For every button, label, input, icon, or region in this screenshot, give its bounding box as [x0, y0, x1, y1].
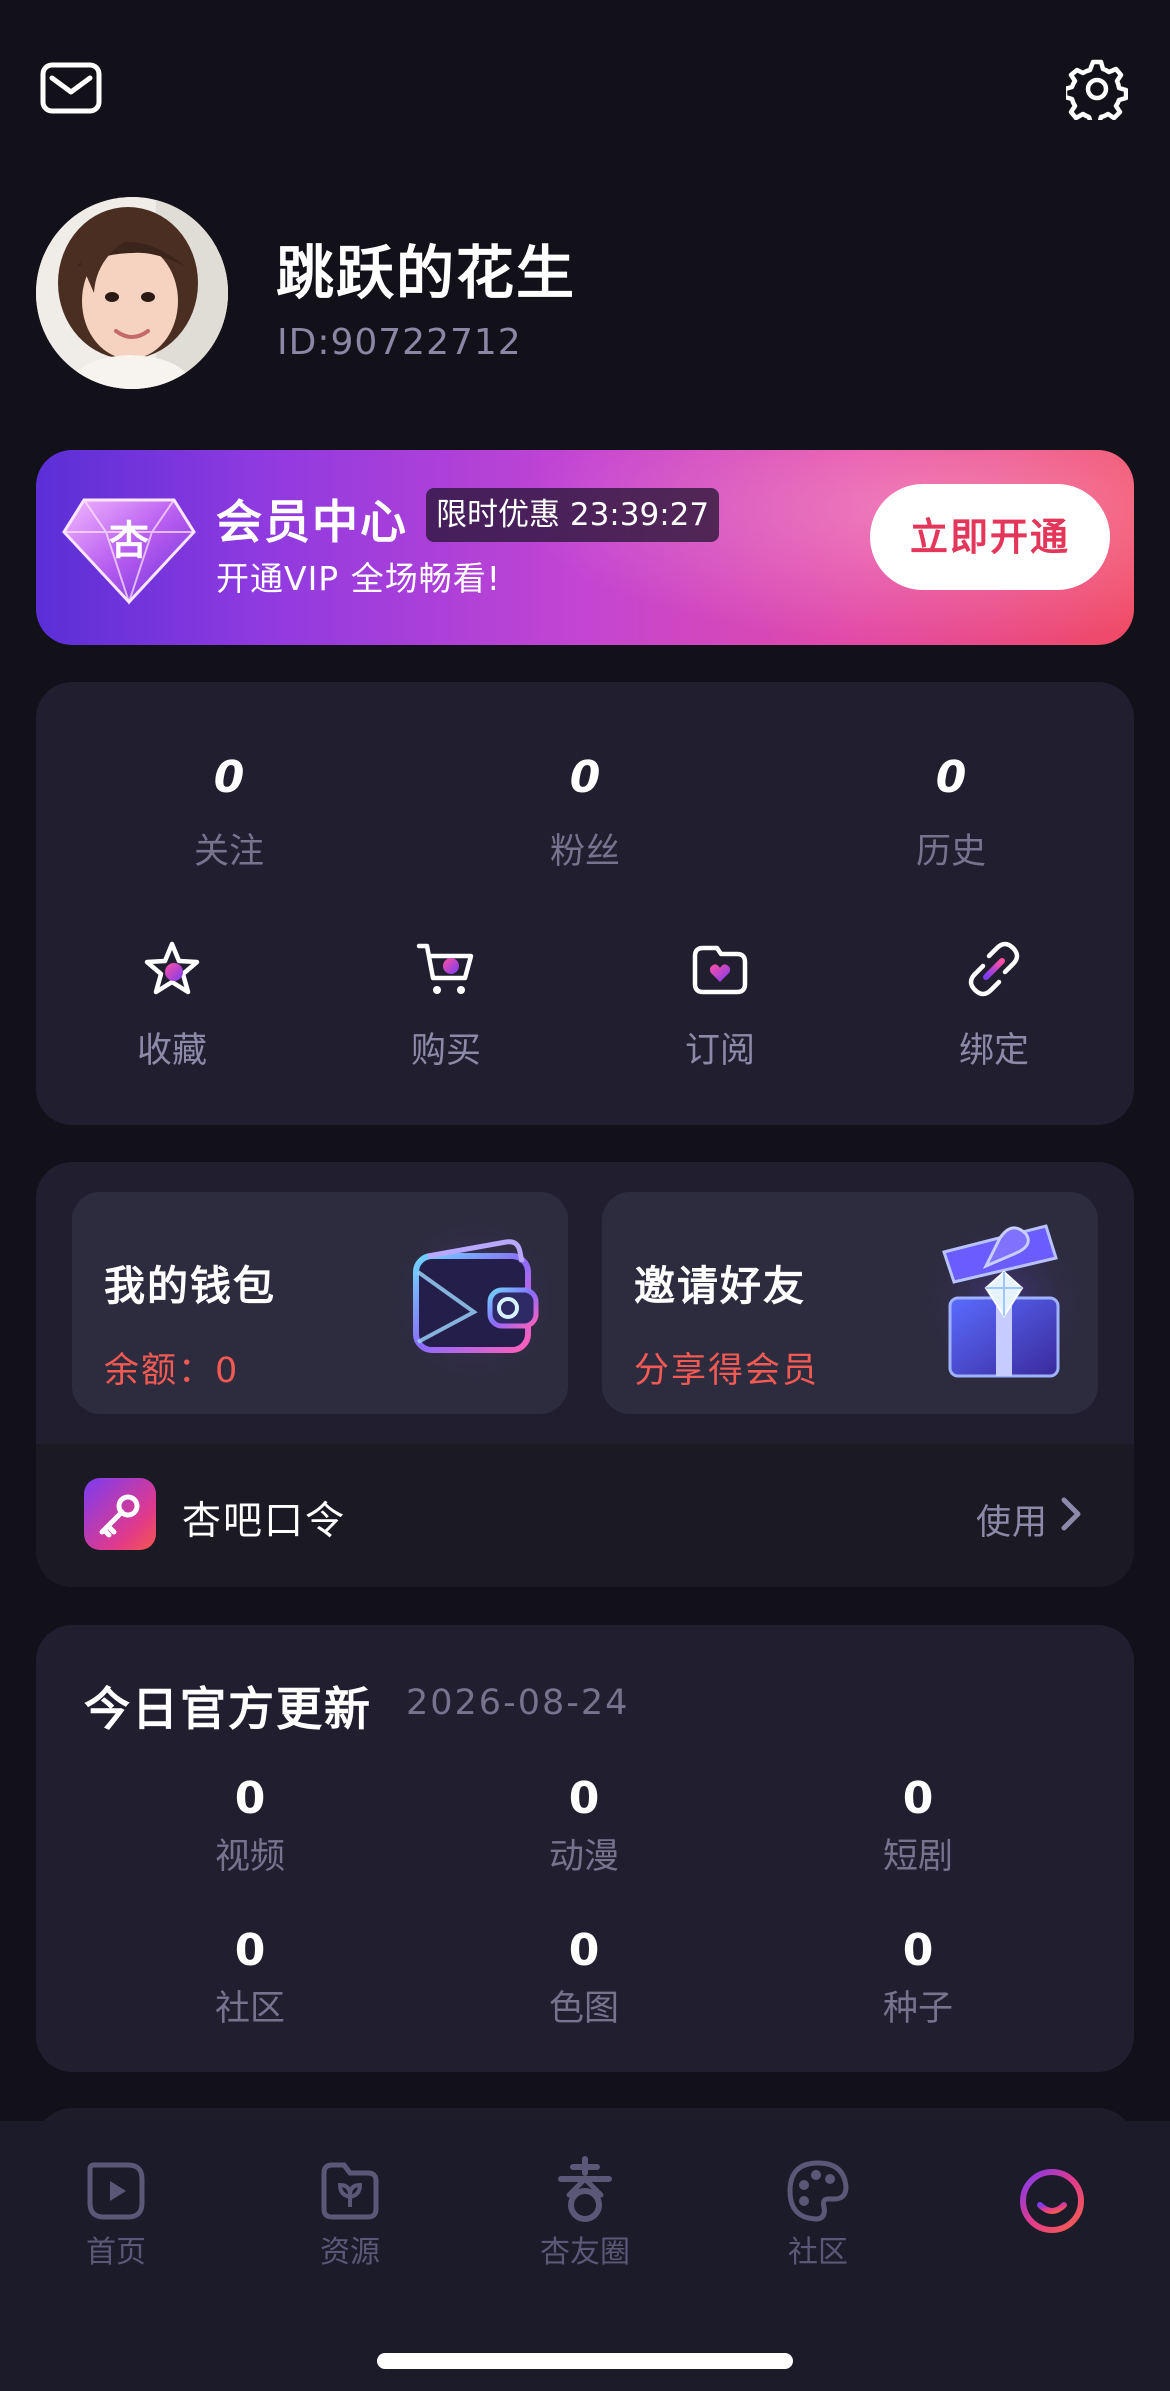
nav-home[interactable]: 首页: [36, 2155, 196, 2271]
update-shorts[interactable]: 0 短剧: [808, 1773, 1028, 1879]
stat-history-label: 历史: [915, 832, 986, 872]
open-vip-button[interactable]: 立即开通: [870, 484, 1110, 590]
stat-fans-value: 0: [569, 752, 601, 803]
update-videos-value: 0: [234, 1773, 266, 1824]
nav-friends[interactable]: 杏友圈: [505, 2155, 665, 2271]
command-row[interactable]: 杏吧口令 使用: [36, 1444, 1134, 1587]
invite-card[interactable]: 邀请好友 分享得会员: [602, 1192, 1098, 1414]
wallet-invite-card: 我的钱包 余额：0 邀请好友 分享得会员 杏吧口令 使用: [36, 1162, 1134, 1587]
stat-history[interactable]: 0 历史: [826, 752, 1076, 874]
quick-subscriptions-label: 订阅: [684, 1031, 755, 1071]
star-icon: [144, 941, 200, 995]
stat-following[interactable]: 0 关注: [104, 752, 354, 874]
quick-purchases-label: 购买: [410, 1031, 481, 1071]
command-label: 杏吧口令: [182, 1499, 347, 1544]
quick-subscriptions[interactable]: 订阅: [620, 938, 820, 1073]
wallet-balance: 余额：0: [104, 1351, 240, 1391]
nav-resources-label: 资源: [320, 2235, 380, 2270]
update-anime-value: 0: [568, 1773, 600, 1824]
update-pictures-value: 0: [568, 1925, 600, 1976]
nav-home-label: 首页: [86, 2235, 146, 2270]
avatar[interactable]: [36, 197, 228, 389]
update-seeds-label: 种子: [882, 1989, 953, 2029]
quick-bind-label: 绑定: [958, 1031, 1029, 1071]
chevron-right-icon: [1061, 1497, 1081, 1531]
updates-title: 今日官方更新: [84, 1682, 372, 1736]
username: 跳跃的花生: [276, 239, 577, 307]
smile-icon: [1020, 2169, 1084, 2233]
stats-card: 0 关注 0 粉丝 0 历史 收藏 购买 订阅 绑定: [36, 682, 1134, 1125]
daily-updates-card: 今日官方更新 2026-08-24 0 视频 0 动漫 0 短剧 0 社区 0 …: [36, 1625, 1134, 2072]
quick-purchases[interactable]: 购买: [346, 938, 546, 1073]
key-icon: [84, 1478, 156, 1550]
stat-following-label: 关注: [193, 832, 264, 872]
vip-promo-timer: 限时优惠 23:39:27: [426, 488, 720, 542]
stat-history-value: 0: [935, 752, 967, 803]
update-videos-label: 视频: [214, 1837, 285, 1877]
update-anime-label: 动漫: [548, 1837, 619, 1877]
palette-icon: [787, 2160, 849, 2222]
gift-icon: [918, 1216, 1090, 1388]
play-icon: [87, 2162, 145, 2220]
home-indicator: [377, 2353, 793, 2369]
nav-me[interactable]: [972, 2165, 1132, 2237]
apricot-icon: [558, 2156, 612, 2222]
command-use-button[interactable]: 使用: [976, 1494, 1048, 1545]
mail-icon[interactable]: [40, 62, 102, 114]
nav-resources[interactable]: 资源: [270, 2155, 430, 2271]
update-community-value: 0: [234, 1925, 266, 1976]
quick-favorites[interactable]: 收藏: [72, 938, 272, 1073]
diamond-badge-char: 杏: [109, 518, 149, 564]
update-shorts-label: 短剧: [882, 1837, 953, 1877]
link-icon: [968, 941, 1020, 997]
stat-fans-label: 粉丝: [549, 832, 620, 872]
bottom-nav: 首页 资源 杏友圈 社区: [0, 2121, 1170, 2391]
stat-following-value: 0: [213, 752, 245, 803]
update-pictures[interactable]: 0 色图: [474, 1925, 694, 2031]
update-anime[interactable]: 0 动漫: [474, 1773, 694, 1879]
quick-bind[interactable]: 绑定: [894, 938, 1094, 1073]
nav-community[interactable]: 社区: [738, 2155, 898, 2271]
update-seeds[interactable]: 0 种子: [808, 1925, 1028, 2031]
diamond-badge-icon: 杏: [62, 498, 196, 606]
update-seeds-value: 0: [902, 1925, 934, 1976]
vip-title: 会员中心: [216, 495, 408, 549]
subscribe-icon: [692, 945, 748, 995]
gear-icon[interactable]: [1066, 58, 1128, 120]
avatar-image: [36, 197, 228, 389]
update-videos[interactable]: 0 视频: [140, 1773, 360, 1879]
user-id: ID:90722712: [277, 322, 522, 363]
update-shorts-value: 0: [902, 1773, 934, 1824]
update-community[interactable]: 0 社区: [140, 1925, 360, 2031]
wallet-icon: [388, 1214, 560, 1386]
invite-title: 邀请好友: [634, 1262, 806, 1310]
nav-friends-label: 杏友圈: [540, 2235, 630, 2270]
folder-leaf-icon: [321, 2162, 379, 2220]
nav-community-label: 社区: [788, 2235, 848, 2270]
vip-subtitle: 开通VIP 全场畅看!: [216, 559, 501, 598]
update-community-label: 社区: [214, 1989, 285, 2029]
quick-favorites-label: 收藏: [136, 1031, 207, 1071]
cart-icon: [416, 943, 474, 994]
wallet-title: 我的钱包: [104, 1262, 276, 1310]
vip-banner[interactable]: 杏 会员中心 限时优惠 23:39:27 开通VIP 全场畅看! 立即开通: [36, 450, 1134, 645]
invite-desc: 分享得会员: [634, 1351, 820, 1391]
update-pictures-label: 色图: [548, 1989, 619, 2029]
wallet-card[interactable]: 我的钱包 余额：0: [72, 1192, 568, 1414]
updates-date: 2026-08-24: [406, 1683, 630, 1723]
stat-fans[interactable]: 0 粉丝: [460, 752, 710, 874]
